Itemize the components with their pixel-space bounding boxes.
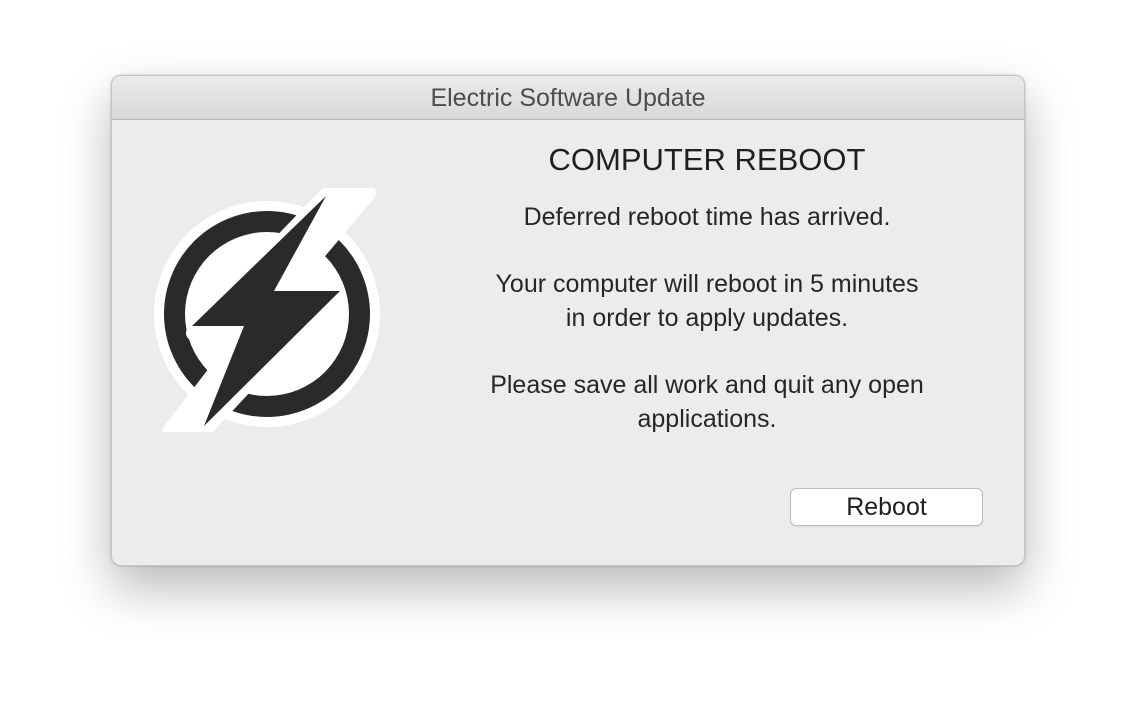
update-dialog-window: Electric Software Update COMPUTER REBOOT…: [111, 75, 1025, 566]
reboot-button[interactable]: Reboot: [790, 488, 983, 526]
message-save-work: Please save all work and quit any open a…: [442, 368, 972, 436]
message-reboot-line-1: Your computer will reboot in 5 minutes: [495, 270, 919, 298]
message-reboot-line-2: in order to apply updates.: [565, 304, 849, 332]
window-title: Electric Software Update: [430, 84, 706, 112]
lightning-bolt-icon: [154, 188, 380, 432]
dialog-heading: COMPUTER REBOOT: [548, 142, 866, 177]
title-bar[interactable]: Electric Software Update: [112, 76, 1024, 120]
message-save-line-1: Please save all work and quit any open: [490, 371, 924, 399]
dialog-content: COMPUTER REBOOT Deferred reboot time has…: [442, 138, 972, 436]
message-save-line-2: applications.: [637, 405, 777, 433]
message-reboot-notice: Your computer will reboot in 5 minutes i…: [442, 267, 972, 335]
message-deferred: Deferred reboot time has arrived.: [523, 203, 891, 231]
